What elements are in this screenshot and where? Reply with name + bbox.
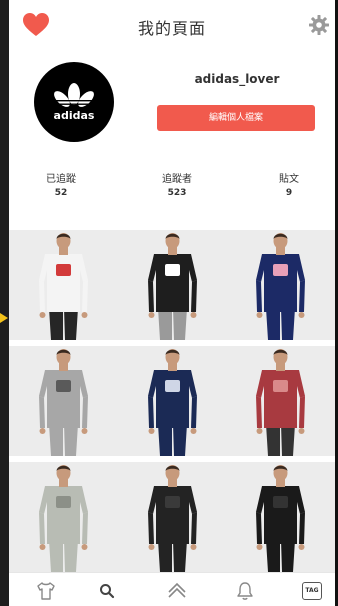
post-thumbnail[interactable] [117,230,227,340]
avatar-logo-text: adidas [53,108,95,122]
home-icon[interactable] [167,581,187,601]
model-photo [39,349,88,456]
model-photo [147,349,197,456]
post-thumbnail[interactable] [9,346,118,456]
bottom-nav: TAG [9,572,335,606]
model-photo [147,233,197,340]
post-thumbnail[interactable] [117,462,227,572]
stat-label: 追蹤者 [162,174,192,185]
stat-label: 貼文 [279,174,299,185]
post-thumbnail[interactable] [9,230,118,340]
post-thumbnail[interactable] [9,462,118,572]
stat-value: 523 [167,188,187,198]
shirt-icon[interactable] [36,581,56,601]
model-photo [39,465,88,572]
edit-profile-button[interactable]: 編輯個人檔案 [157,105,315,131]
username: adidas_lover [194,72,280,86]
post-grid [9,230,335,572]
model-photo [256,349,305,456]
bell-icon[interactable] [235,581,255,601]
adidas-trefoil-logo [52,82,96,111]
top-bar: 我的頁面 [9,0,335,50]
tag-icon[interactable]: TAG [302,582,322,600]
page-title: 我的頁面 [137,19,206,38]
search-icon[interactable] [97,581,117,601]
post-thumbnail[interactable] [226,230,335,340]
stat-label: 已追蹤 [46,174,76,185]
stat-posts[interactable]: 貼文 9 [254,170,324,198]
post-thumbnail[interactable] [226,462,335,572]
model-photo [39,233,88,340]
model-photo [256,233,305,340]
profile-stats: 已追蹤 52 追蹤者 523 貼文 9 [9,170,335,206]
gear-icon[interactable] [309,15,329,35]
stat-followers[interactable]: 追蹤者 523 [142,170,212,198]
side-pointer-arrow [0,313,8,323]
stat-value: 52 [54,188,68,198]
stat-value: 9 [285,188,293,198]
post-thumbnail[interactable] [117,346,227,456]
avatar[interactable]: adidas [34,62,114,142]
stat-following[interactable]: 已追蹤 52 [26,170,96,198]
post-thumbnail[interactable] [226,346,335,456]
model-photo [256,465,305,572]
phone-screen: 我的頁面 adidas adidas_lover 編輯個人檔案 已追蹤 52 追… [9,0,335,606]
model-photo [147,465,197,572]
